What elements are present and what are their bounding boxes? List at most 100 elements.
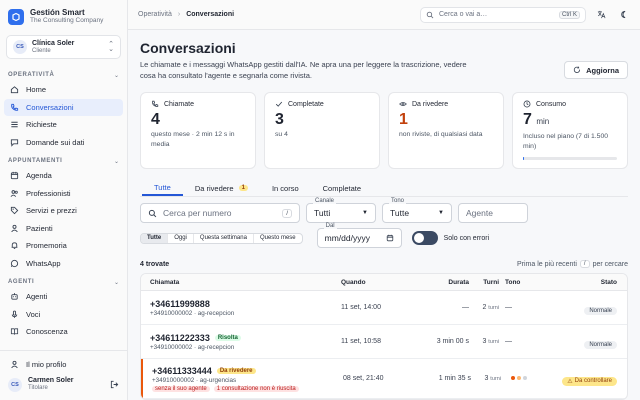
canale-select[interactable]: Canale Tutti ▼ <box>306 198 376 223</box>
client-switcher[interactable]: CS Clínica Soler Cliente ⌃ ⌄ <box>6 35 121 59</box>
client-role: Cliente <box>32 47 51 54</box>
sidebar-item-agenti[interactable]: Agenti <box>4 288 123 306</box>
sidebar-item-label: Agenda <box>26 171 52 181</box>
period-segmented: Tutte Oggi Questa settimana Questo mese <box>140 232 303 244</box>
number-search-input[interactable]: Cerca per numero / <box>140 203 300 223</box>
col-turni: Turni <box>483 278 499 286</box>
client-name: Clínica Soler <box>32 39 75 47</box>
turns-unit: turni <box>490 376 501 382</box>
call-when: 11 set, 10:58 <box>341 338 381 345</box>
theme-toggle-button[interactable] <box>616 8 630 22</box>
only-errors-toggle[interactable] <box>411 231 438 245</box>
sidebar-item-servizi[interactable]: Servizi e prezzi <box>4 202 123 220</box>
sidebar-item-agenda[interactable]: Agenda <box>4 167 123 185</box>
dal-date-input[interactable]: Dal mm/dd/yyyy <box>316 223 402 248</box>
sidebar-item-whatsapp[interactable]: WhatsApp <box>4 255 123 273</box>
results-count: 4 trovate <box>140 260 170 268</box>
refresh-button[interactable]: Aggiorna <box>564 61 628 79</box>
tono-select[interactable]: Tono Tutte ▼ <box>382 198 452 223</box>
period-oggi[interactable]: Oggi <box>168 233 194 243</box>
sidebar-item-label: Promemoria <box>26 241 67 251</box>
brand[interactable]: Gestión Smart The Consulting Company <box>0 0 127 31</box>
sidebar-item-label: Professionisti <box>26 188 71 198</box>
sidebar-item-voci[interactable]: Voci <box>4 306 123 324</box>
warning-icon: ⚠ <box>567 378 573 385</box>
card-consumo: Consumo 7 min Incluso nel piano (7 di 1.… <box>512 92 628 169</box>
call-turns: 3 <box>482 338 487 345</box>
tab-label: In corso <box>271 183 299 193</box>
topbar: Operatività › Conversazioni Cerca o vai … <box>128 0 640 30</box>
call-tone: — <box>505 338 512 345</box>
sidebar-item-home[interactable]: Home <box>4 81 123 99</box>
period-tutte[interactable]: Tutte <box>141 233 169 243</box>
logout-icon[interactable] <box>110 380 119 389</box>
call-number: +34611222333 <box>150 332 210 343</box>
tab-count-badge: 1 <box>238 185 248 191</box>
page-title: Conversazioni <box>140 40 236 56</box>
translate-button[interactable] <box>594 8 608 22</box>
client-avatar: CS <box>13 40 27 54</box>
warning-tag: senza il suo agente <box>152 385 210 392</box>
user-role: Titolare <box>28 385 48 391</box>
status-badge: Normale <box>584 340 617 349</box>
page-description: Le chiamate e i messaggi WhatsApp gestit… <box>140 60 467 80</box>
sidebar-item-pazienti[interactable]: Pazienti <box>4 220 123 238</box>
status-badge: ⚠ Da controllare <box>562 376 617 386</box>
tag-icon <box>10 207 19 215</box>
period-mese[interactable]: Questo mese <box>254 234 302 243</box>
call-number: +34611333444 <box>152 365 212 376</box>
tab-tutte[interactable]: Tutte <box>142 180 183 196</box>
global-search-input[interactable]: Cerca o vai a… Ctrl K <box>420 6 586 23</box>
sidebar-item-conversazioni[interactable]: Conversazioni <box>4 98 123 116</box>
tab-completate[interactable]: Completate <box>311 180 373 196</box>
agente-input[interactable]: Agente <box>458 203 528 223</box>
call-turns: 3 <box>484 375 489 382</box>
tab-label: Tutte <box>154 182 171 192</box>
card-label: Completate <box>288 100 324 108</box>
profile-link[interactable]: Il mio profilo <box>4 355 123 373</box>
moon-icon <box>620 10 625 19</box>
table-row[interactable]: +34611222333 Risolta +34910000002 · ag-re… <box>141 325 627 359</box>
sidebar-item-domande[interactable]: Domande sui dati <box>4 134 123 152</box>
col-quando: Quando <box>341 278 366 286</box>
section-agenti[interactable]: AGENTI ⌄ <box>0 276 127 288</box>
table-header: Chiamata Quando Durata Turni Tono Stato <box>141 274 627 291</box>
col-stato: Stato <box>600 278 617 286</box>
table-row[interactable]: +34611333444 Da rivedere +34910000002 · a… <box>141 359 627 399</box>
card-label: Consumo <box>536 100 566 108</box>
sort-suffix: per cercare <box>592 260 628 268</box>
phone-icon <box>11 103 19 111</box>
calendar-icon <box>10 172 19 180</box>
call-duration: — <box>462 304 469 311</box>
period-settimana[interactable]: Questa settimana <box>194 233 254 243</box>
usage-progress-bar <box>523 157 617 160</box>
card-sub: Incluso nel piano (7 di 1.500 min) <box>523 133 609 150</box>
brand-subtitle: The Consulting Company <box>30 17 104 24</box>
tab-in-corso[interactable]: In corso <box>260 180 311 196</box>
agente-placeholder: Agente <box>466 208 493 218</box>
sidebar-item-label: WhatsApp <box>26 258 61 268</box>
tab-da-rivedere[interactable]: Da rivedere 1 <box>183 180 260 196</box>
call-sub: +34910000002 · ag-urgencias <box>152 376 237 384</box>
conversations-table: Chiamata Quando Durata Turni Tono Stato … <box>140 273 628 400</box>
section-operativita[interactable]: OPERATIVITÀ ⌄ <box>0 69 127 81</box>
section-appuntamenti[interactable]: APPUNTAMENTI ⌄ <box>0 155 127 167</box>
sidebar-item-conoscenza[interactable]: Conoscenza <box>4 323 123 341</box>
sidebar-item-professionisti[interactable]: Professionisti <box>4 185 123 203</box>
home-icon <box>10 86 19 94</box>
sort-label[interactable]: Prima le più recenti <box>517 261 577 268</box>
sidebar-item-label: Voci <box>26 309 41 319</box>
section-title: APPUNTAMENTI <box>8 158 63 164</box>
breadcrumb-operativita[interactable]: Operatività <box>138 11 172 18</box>
canale-label: Canale <box>313 198 337 204</box>
call-duration: 1 min 35 s <box>438 375 471 382</box>
sidebar-item-richieste[interactable]: Richieste <box>4 116 123 134</box>
sidebar-item-promemoria[interactable]: Promemoria <box>4 237 123 255</box>
main: Operatività › Conversazioni Cerca o vai … <box>128 0 640 400</box>
breadcrumb: Operatività › Conversazioni <box>138 11 234 18</box>
usage-progress-fill <box>523 157 524 160</box>
table-row[interactable]: +34611999888 +34910000002 · ag-recepcion… <box>141 291 627 325</box>
patients-icon <box>11 224 18 232</box>
tone-indicator <box>511 376 527 381</box>
call-turns: 2 <box>482 304 487 311</box>
